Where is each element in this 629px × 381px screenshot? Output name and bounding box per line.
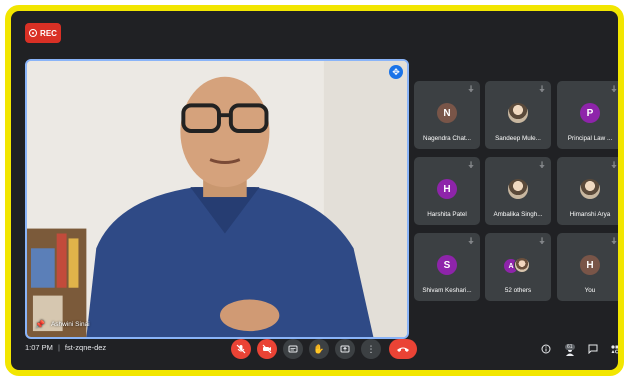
mic-off-icon: [236, 344, 246, 354]
camera-off-icon: [262, 344, 272, 354]
participant-tile[interactable]: ⏚ H Harshita Patel: [414, 157, 480, 225]
pushpin-icon: 📌: [35, 320, 45, 329]
participant-tile[interactable]: ⏚ A 52 others: [485, 233, 551, 301]
avatar: H: [580, 255, 600, 275]
main-video-tile[interactable]: ✥ 📌 Ashwini Sinai: [25, 59, 409, 339]
participant-tile[interactable]: ⏚ S Shivam Keshari...: [414, 233, 480, 301]
phone-hangup-icon: [397, 347, 409, 352]
bottom-toolbar: 1:07 PM | fst-zqne-dez ✋ ⋮ 61: [11, 330, 618, 370]
avatar: [514, 257, 530, 273]
activities-button[interactable]: [608, 341, 618, 357]
mic-muted-icon: ⏚: [610, 162, 618, 169]
participant-tile[interactable]: ⏚ Himanshi Arya: [557, 157, 618, 225]
others-avatars: A: [504, 255, 532, 275]
recording-label: REC: [40, 28, 57, 38]
participant-name: Sandeep Mule...: [495, 135, 541, 142]
avatar: [580, 179, 600, 199]
avatar: P: [580, 103, 600, 123]
participant-name: Principal Law ...: [567, 135, 613, 142]
participant-tile[interactable]: ⏚ H You: [557, 233, 618, 301]
avatar: N: [437, 103, 457, 123]
captions-button[interactable]: [283, 339, 303, 359]
more-vert-icon: ⋮: [366, 343, 376, 354]
mic-muted-icon: ⏚: [610, 238, 618, 245]
participant-name: You: [584, 287, 596, 294]
participant-name: 52 others: [504, 287, 532, 294]
mic-muted-icon: ⏚: [467, 162, 475, 169]
participant-name: Nagendra Chat...: [423, 135, 471, 142]
chat-icon: [588, 344, 598, 354]
participant-tile[interactable]: ⏚ Ambalika Singh...: [485, 157, 551, 225]
participant-name: Himanshi Arya: [569, 211, 611, 218]
mic-off-button[interactable]: [231, 339, 251, 359]
participant-name: Harshita Patel: [427, 211, 467, 218]
meeting-time: 1:07 PM: [25, 343, 53, 352]
record-icon: [29, 29, 38, 37]
meeting-info: 1:07 PM | fst-zqne-dez: [25, 343, 106, 352]
chat-button[interactable]: [586, 341, 600, 357]
hand-icon: ✋: [313, 343, 325, 354]
meeting-details-button[interactable]: [539, 341, 553, 357]
mic-muted-icon: ⏚: [538, 162, 546, 169]
participant-name: Ambalika Singh...: [493, 211, 543, 218]
participant-name: Shivam Keshari...: [422, 287, 472, 294]
camera-off-button[interactable]: [257, 339, 277, 359]
present-icon: [340, 345, 350, 353]
avatar: H: [437, 179, 457, 199]
more-options-button[interactable]: ⋮: [361, 339, 381, 359]
separator: |: [57, 343, 60, 352]
pin-icon[interactable]: ✥: [389, 65, 403, 79]
mic-muted-icon: ⏚: [467, 238, 475, 245]
speaker-video-frame: [27, 61, 407, 337]
avatar: [508, 103, 528, 123]
recording-badge: REC: [25, 23, 61, 43]
info-icon: [541, 344, 551, 354]
participant-tile[interactable]: ⏚ Sandeep Mule...: [485, 81, 551, 149]
speaker-name-label: 📌 Ashwini Sinai: [35, 320, 90, 329]
participant-tile[interactable]: ⏚ N Nagendra Chat...: [414, 81, 480, 149]
present-button[interactable]: [335, 339, 355, 359]
people-button[interactable]: 61: [563, 341, 577, 357]
mic-muted-icon: ⏚: [467, 86, 475, 93]
mic-muted-icon: ⏚: [610, 86, 618, 93]
speaker-name: Ashwini Sinai: [50, 321, 90, 328]
meet-window: REC ✥ 📌 Ashwini Sinai ⏚ N Nagendra Chat.…: [5, 5, 624, 376]
meeting-code: fst-zqne-dez: [64, 343, 107, 352]
avatar: S: [437, 255, 457, 275]
mic-muted-icon: ⏚: [538, 86, 546, 93]
avatar: [508, 179, 528, 199]
activities-icon: [611, 345, 618, 354]
raise-hand-button[interactable]: ✋: [309, 339, 329, 359]
end-call-button[interactable]: [389, 339, 417, 359]
people-count: 61: [565, 344, 575, 350]
mic-muted-icon: ⏚: [538, 238, 546, 245]
participant-tile[interactable]: ⏚ P Principal Law ...: [557, 81, 618, 149]
captions-icon: [288, 345, 298, 353]
